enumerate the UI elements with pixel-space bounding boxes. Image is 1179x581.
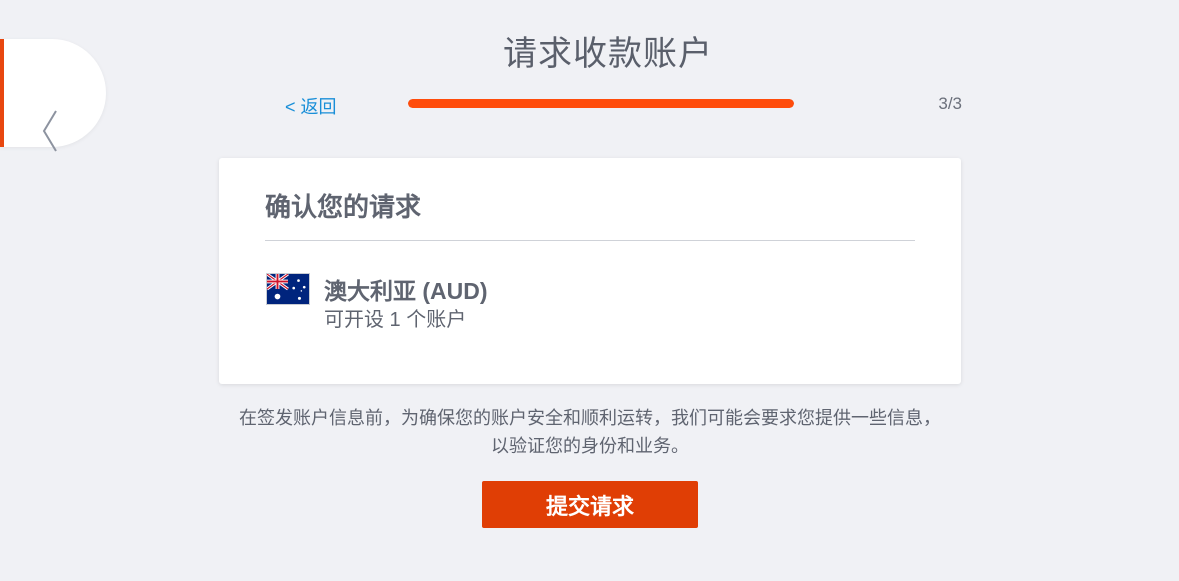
australia-flag-icon [266,273,310,305]
progress-bar [408,99,794,108]
verification-notice: 在签发账户信息前，为确保您的账户安全和顺利运转，我们可能会要求您提供一些信息， … [219,404,961,460]
card-title: 确认您的请求 [265,192,422,222]
notice-line-1: 在签发账户信息前，为确保您的账户安全和顺利运转，我们可能会要求您提供一些信息， [239,408,941,428]
notice-line-2: 以验证您的身份和业务。 [491,436,689,456]
confirm-card: 确认您的请求 澳大利亚 (AUD) 可开设 1 个账户 [219,158,961,384]
submit-request-button[interactable]: 提交请求 [482,481,698,528]
currency-name: 澳大利亚 (AUD) [324,278,488,304]
chevron-left-icon[interactable] [40,109,60,153]
progress-fill [408,99,794,108]
divider [265,240,915,241]
page-title: 请求收款账户 [503,35,713,73]
step-counter: 3/3 [938,94,962,113]
back-link[interactable]: < 返回 [285,93,337,119]
currency-detail: 可开设 1 个账户 [324,309,467,331]
